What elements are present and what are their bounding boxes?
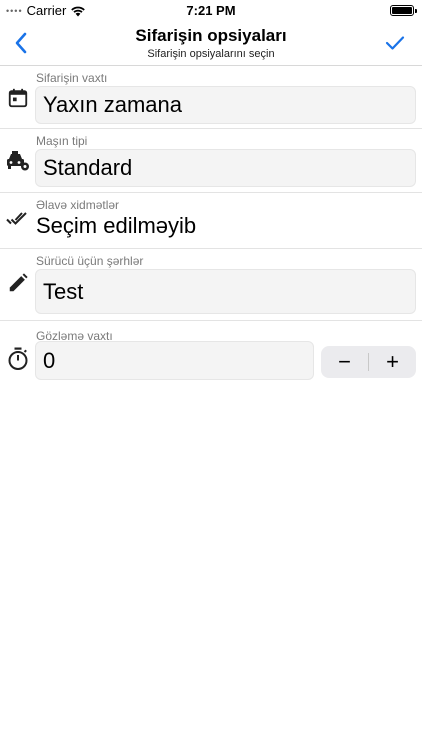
wait-time-stepper[interactable]: − + (321, 346, 416, 378)
status-bar: •••• Carrier 7:21 PM (0, 0, 422, 20)
wait-time-row: Gözləmə vaxtı 0 − + (0, 321, 422, 381)
car-type-value: Standard (43, 155, 133, 180)
pencil-icon (6, 271, 30, 295)
options-list: Sifarişin vaxtı Yaxın zamana Maşın tipi … (0, 66, 422, 381)
car-type-label: Maşın tipi (36, 134, 88, 148)
driver-notes-field[interactable]: Test (35, 269, 416, 314)
double-check-icon (6, 207, 30, 231)
battery-icon (390, 5, 417, 16)
page-title: Sifarişin opsiyaları (135, 26, 287, 45)
taxi-icon (6, 149, 30, 173)
extra-services-label: Əlavə xidmətlər (36, 198, 120, 212)
page-subtitle: Sifarişin opsiyalarını seçin (147, 48, 275, 60)
car-type-row[interactable]: Maşın tipi Standard (0, 129, 422, 193)
order-time-field[interactable]: Yaxın zamana (35, 86, 416, 124)
extra-services-value: Seçim edilməyib (36, 213, 197, 238)
driver-notes-row[interactable]: Sürücü üçün şərhlər Test (0, 249, 422, 321)
decrement-button[interactable]: − (321, 346, 368, 378)
driver-notes-label: Sürücü üçün şərhlər (36, 254, 144, 268)
car-type-field[interactable]: Standard (35, 149, 416, 187)
wait-time-input[interactable]: 0 (35, 341, 314, 380)
checkmark-icon (385, 36, 405, 50)
wait-time-value: 0 (43, 347, 56, 373)
increment-button[interactable]: + (369, 346, 416, 378)
driver-notes-value: Test (43, 278, 84, 304)
calendar-icon (6, 86, 30, 110)
extra-services-row[interactable]: Əlavə xidmətlər Seçim edilməyib (0, 193, 422, 249)
done-button[interactable] (382, 28, 408, 58)
stopwatch-icon (6, 347, 30, 371)
order-time-row[interactable]: Sifarişin vaxtı Yaxın zamana (0, 66, 422, 129)
order-time-label: Sifarişin vaxtı (36, 71, 108, 85)
status-time: 7:21 PM (186, 3, 236, 18)
order-time-value: Yaxın zamana (43, 92, 183, 117)
navigation-bar: Sifarişin opsiyaları Sifarişin opsiyalar… (0, 20, 422, 66)
